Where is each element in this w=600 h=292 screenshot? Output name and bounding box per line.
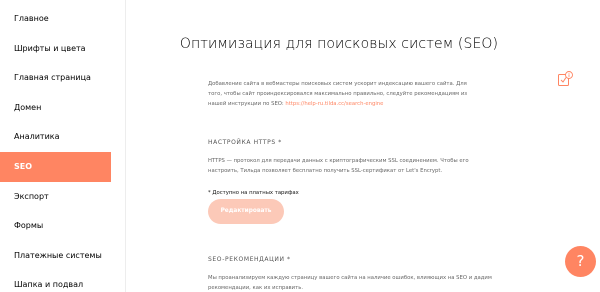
intro-link[interactable]: https://help-ru.tilda.cc/search-engine <box>285 101 383 107</box>
intro-text: Добавление сайта в вебмастеры поисковых … <box>208 79 478 109</box>
sidebar-item-forms[interactable]: Формы <box>0 211 111 241</box>
page-title: Оптимизация для поисковых систем (SEO) <box>179 36 499 52</box>
sidebar-item-main[interactable]: Главное <box>0 4 111 34</box>
help-info-icon[interactable] <box>557 71 573 87</box>
sidebar: Главное Шрифты и цвета Главная страница … <box>0 0 125 292</box>
main-panel: Оптимизация для поисковых систем (SEO) Д… <box>125 0 600 292</box>
help-button[interactable]: ? <box>565 246 596 277</box>
sidebar-item-domain[interactable]: Домен <box>0 93 111 123</box>
sidebar-item-export[interactable]: Экспорт <box>0 182 111 212</box>
paid-plans-note: * Доступно на платных тарифах <box>208 190 299 196</box>
seo-recommendations-heading: SEO-РЕКОМЕНДАЦИИ * <box>208 256 291 263</box>
https-heading: НАСТРОЙКА HTTPS * <box>208 139 282 146</box>
seo-recommendations-description: Мы проанализируем каждую страницу вашего… <box>208 275 492 291</box>
sidebar-item-payment-systems[interactable]: Платежные системы <box>0 241 111 271</box>
https-description: HTTPS — протокол для передачи данных с к… <box>208 158 469 174</box>
edit-button[interactable]: Редактировать <box>208 199 284 224</box>
sidebar-item-seo[interactable]: SEO <box>0 152 111 182</box>
sidebar-item-home-page[interactable]: Главная страница <box>0 63 111 93</box>
sidebar-item-analytics[interactable]: Аналитика <box>0 122 111 152</box>
sidebar-item-header-footer[interactable]: Шапка и подвал <box>0 270 111 292</box>
sidebar-item-fonts-colors[interactable]: Шрифты и цвета <box>0 34 111 64</box>
